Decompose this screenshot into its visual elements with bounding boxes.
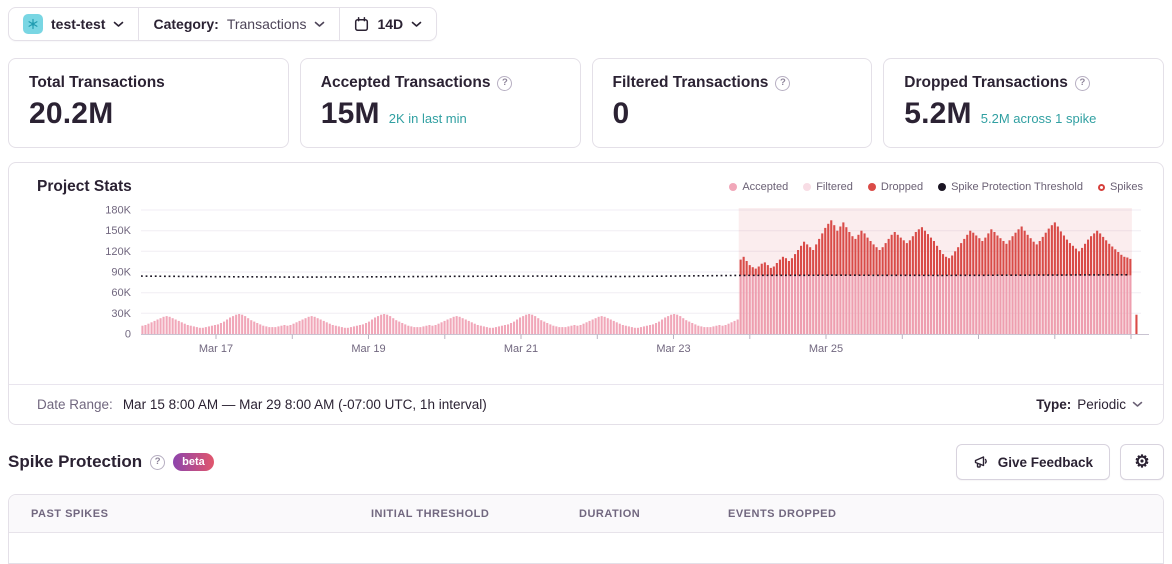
chart-footer: Date Range: Mar 15 8:00 AM — Mar 29 8:00 … [9, 384, 1163, 424]
stat-card-title: Dropped Transactions [904, 74, 1068, 91]
svg-text:0: 0 [125, 329, 131, 341]
chevron-down-icon [114, 21, 124, 27]
table-row[interactable] [9, 533, 1163, 563]
past-spikes-table: PAST SPIKES INITIAL THRESHOLD DURATION EVEN… [8, 494, 1164, 564]
stats-row: Total Transactions 20.2M Accepted Transact… [8, 58, 1164, 148]
stat-card-title: Accepted Transactions [320, 74, 491, 91]
category-label: Category: [153, 16, 219, 32]
chevron-down-icon [315, 21, 325, 27]
category-value: Transactions [226, 16, 307, 32]
svg-text:120K: 120K [105, 246, 131, 258]
svg-text:Mar 21: Mar 21 [504, 343, 538, 355]
svg-text:Mar 25: Mar 25 [809, 343, 843, 355]
spike-protection-title: Spike Protection [8, 452, 143, 471]
svg-text:150K: 150K [105, 225, 131, 237]
stat-card-title: Total Transactions [29, 74, 165, 91]
type-label: Type: [1036, 397, 1072, 412]
table-header-row: PAST SPIKES INITIAL THRESHOLD DURATION EVEN… [9, 495, 1163, 533]
legend-item-spikes[interactable]: Spikes [1097, 181, 1143, 193]
project-name: test-test [51, 16, 106, 32]
stat-card-filtered-transactions: Filtered Transactions? 0 [591, 58, 873, 148]
project-stats-card: Project Stats Accepted Filtered Dropped Spi… [8, 162, 1164, 425]
project-stats-chart[interactable]: 180K 150K 120K 90K 60K 30K 0 Mar 17 Mar 19 Mar 21… [9, 202, 1157, 360]
spike-protection-header: Spike Protection ? beta Give Feedback ⚙ [8, 443, 1164, 481]
stat-card-subtext: 2K in last min [388, 111, 467, 126]
svg-text:Mar 23: Mar 23 [656, 343, 690, 355]
legend-item-filtered[interactable]: Filtered [803, 181, 853, 193]
legend-dot-icon [729, 183, 738, 191]
chart-title: Project Stats [37, 178, 132, 195]
svg-text:Mar 17: Mar 17 [199, 343, 233, 355]
column-header-events-dropped: EVENTS DROPPED [728, 507, 837, 520]
legend-dot-icon [938, 183, 947, 191]
help-icon[interactable]: ? [1074, 75, 1090, 91]
svg-text:90K: 90K [111, 267, 131, 279]
chevron-down-icon [411, 21, 422, 27]
stat-card-subtext: 5.2M across 1 spike [980, 111, 1097, 126]
column-header-past-spikes: PAST SPIKES [31, 507, 109, 520]
megaphone-icon [974, 456, 987, 468]
calendar-icon [355, 16, 369, 31]
column-header-duration: DURATION [579, 507, 641, 520]
svg-text:60K: 60K [111, 287, 131, 299]
type-selector[interactable]: Type: Periodic [1036, 397, 1143, 412]
give-feedback-button[interactable]: Give Feedback [955, 444, 1110, 480]
date-range-button-label: 14D [377, 16, 404, 32]
project-selector[interactable]: test-test [9, 8, 138, 40]
legend-item-spike-protection-threshold[interactable]: Spike Protection Threshold [938, 181, 1083, 193]
svg-text:180K: 180K [105, 205, 131, 217]
column-header-initial-threshold: INITIAL THRESHOLD [371, 507, 490, 520]
stat-card-value: 0 [612, 97, 630, 130]
spike-region [738, 208, 1132, 334]
stat-card-title: Filtered Transactions [612, 74, 769, 91]
svg-text:30K: 30K [111, 308, 131, 320]
help-icon[interactable]: ? [150, 454, 166, 470]
stat-card-accepted-transactions: Accepted Transactions? 15M 2K in last min [299, 58, 581, 148]
legend-dot-icon [803, 183, 812, 191]
date-range-selector[interactable]: 14D [340, 8, 436, 40]
beta-badge: beta [173, 453, 214, 471]
stat-card-dropped-transactions: Dropped Transactions? 5.2M 5.2M across 1 s… [883, 58, 1164, 148]
settings-button[interactable]: ⚙ [1120, 444, 1164, 480]
legend-item-accepted[interactable]: Accepted [729, 181, 788, 193]
stat-card-total-transactions: Total Transactions 20.2M [8, 58, 289, 148]
spikes-ring-icon [1097, 183, 1105, 191]
stat-card-value: 15M [320, 97, 380, 130]
help-icon[interactable]: ? [775, 75, 791, 91]
filter-bar: test-test Category: Transactions 14D [8, 7, 438, 41]
give-feedback-label: Give Feedback [997, 454, 1093, 470]
stat-card-value: 5.2M [904, 97, 972, 130]
gear-icon: ⚙ [1134, 452, 1150, 471]
chevron-down-icon [1132, 401, 1143, 407]
legend-dot-icon [867, 183, 876, 191]
category-selector[interactable]: Category: Transactions [139, 8, 339, 40]
chart-legend: Accepted Filtered Dropped Spike Protection … [729, 181, 1143, 193]
type-value: Periodic [1077, 397, 1126, 412]
svg-text:Mar 19: Mar 19 [351, 343, 385, 355]
date-range-label: Date Range: [37, 397, 113, 412]
stat-card-value: 20.2M [29, 97, 114, 130]
project-avatar-icon [23, 14, 43, 34]
legend-item-dropped[interactable]: Dropped [867, 181, 923, 193]
date-range-value: Mar 15 8:00 AM — Mar 29 8:00 AM (-07:00 … [122, 397, 487, 412]
help-icon[interactable]: ? [497, 75, 513, 91]
